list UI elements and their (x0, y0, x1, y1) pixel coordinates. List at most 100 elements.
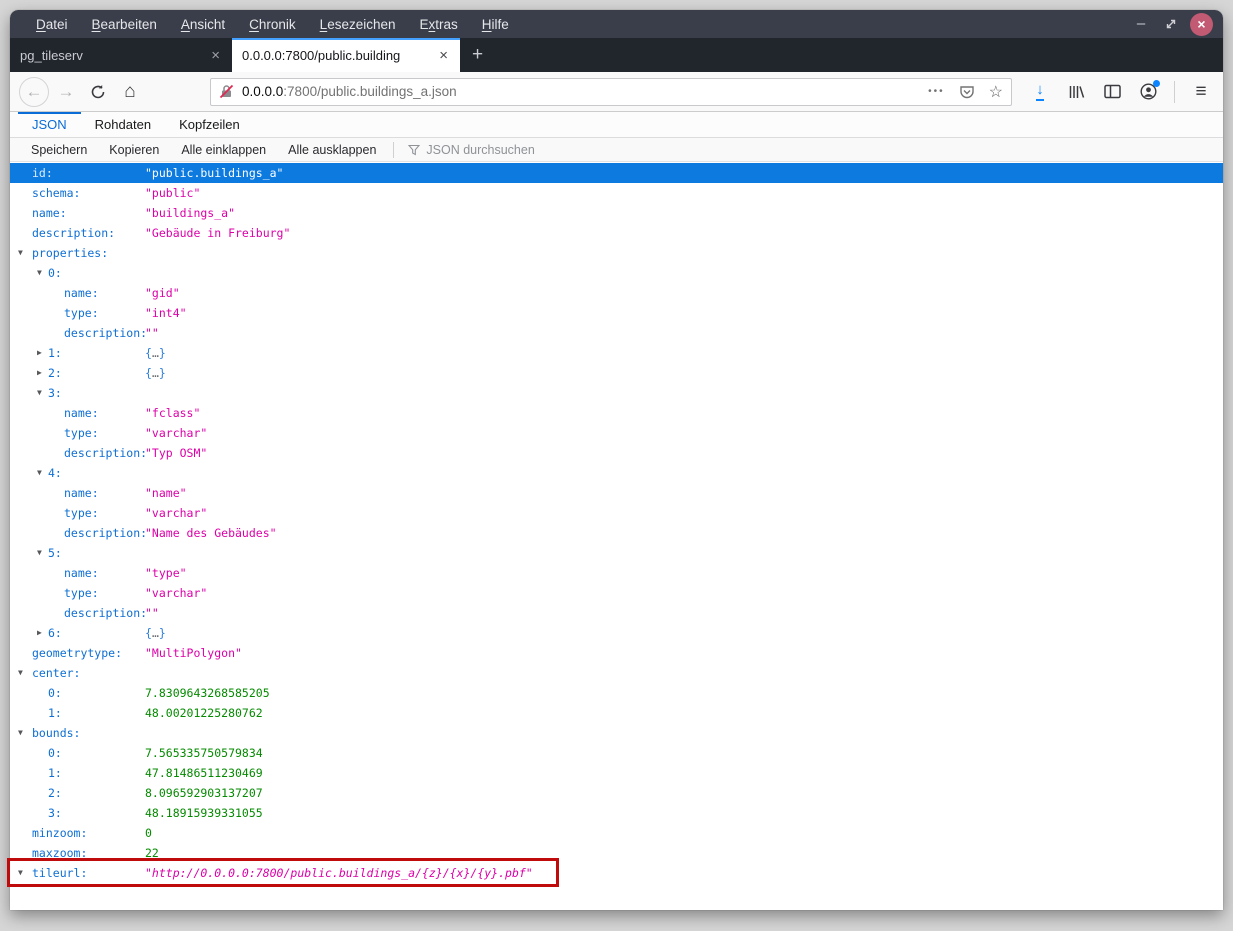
new-tab-button[interactable]: + (460, 38, 495, 72)
json-row[interactable]: 1: 48.00201225280762 (10, 703, 1223, 723)
hamburger-menu-icon[interactable]: ≡ (1187, 78, 1215, 106)
json-row[interactable]: 0: 7.565335750579834 (10, 743, 1223, 763)
json-value: "type" (145, 566, 187, 580)
tab-title: 0.0.0.0:7800/public.building (242, 47, 401, 63)
menu-item-extras[interactable]: Extras (410, 13, 468, 36)
menu-item-hilfe[interactable]: Hilfe (472, 13, 519, 36)
viewer-tab-rohdaten[interactable]: Rohdaten (81, 112, 165, 137)
json-row[interactable]: type: "varchar" (10, 583, 1223, 603)
json-row[interactable]: name: "type" (10, 563, 1223, 583)
json-key: 1: (48, 346, 62, 360)
expander-icon[interactable]: ▶ (37, 343, 42, 363)
json-row[interactable]: 2: 8.096592903137207 (10, 783, 1223, 803)
browser-tab[interactable]: 0.0.0.0:7800/public.building × (232, 38, 460, 72)
forward-button[interactable]: → (51, 77, 81, 107)
maximize-icon[interactable] (1164, 17, 1178, 31)
json-row[interactable]: name: "buildings_a" (10, 203, 1223, 223)
expander-icon[interactable]: ▶ (37, 623, 42, 643)
toolbar-button[interactable]: Kopieren (98, 138, 170, 161)
json-row[interactable]: type: "int4" (10, 303, 1223, 323)
browser-tabbar: pg_tileserv × 0.0.0.0:7800/public.building… (10, 38, 1223, 72)
json-row[interactable]: name: "gid" (10, 283, 1223, 303)
json-row[interactable]: 0: 7.8309643268585205 (10, 683, 1223, 703)
json-value: "Typ OSM" (145, 446, 208, 460)
json-row[interactable]: name: "name" (10, 483, 1223, 503)
url-bar[interactable]: 0.0.0.0:7800/public.buildings_a.json •••… (210, 77, 1012, 106)
json-row[interactable]: description: "" (10, 323, 1223, 343)
expander-icon[interactable]: ▶ (37, 363, 42, 383)
json-row[interactable]: geometrytype: "MultiPolygon" (10, 643, 1223, 663)
json-viewer-toolbar: Speichern Kopieren Alle einklappen Alle aus… (10, 138, 1223, 162)
json-value: 48.18915939331055 (145, 806, 263, 820)
json-key: 0: (48, 266, 62, 280)
json-row[interactable]: id: "public.buildings_a" (10, 163, 1223, 183)
pocket-icon[interactable] (959, 84, 975, 100)
json-row[interactable]: description: "Name des Gebäudes" (10, 523, 1223, 543)
json-key: 3: (48, 386, 62, 400)
json-row[interactable]: ▼ 3: (10, 383, 1223, 403)
json-row[interactable]: description: "Typ OSM" (10, 443, 1223, 463)
menu-item-bearbeiten[interactable]: Bearbeiten (82, 13, 167, 36)
json-row[interactable]: ▼ tileurl: "http://0.0.0.0:7800/public.bui… (10, 863, 1223, 883)
menu-item-lesezeichen[interactable]: Lesezeichen (310, 13, 406, 36)
back-button[interactable]: ← (19, 76, 49, 107)
downloads-icon[interactable]: ↓ (1026, 78, 1054, 106)
json-row[interactable]: type: "varchar" (10, 423, 1223, 443)
browser-tab[interactable]: pg_tileserv × (10, 38, 232, 72)
url-domain: 0.0.0.0 (242, 84, 284, 99)
json-row[interactable]: description: "" (10, 603, 1223, 623)
expander-icon[interactable]: ▼ (18, 863, 23, 883)
json-row[interactable]: maxzoom: 22 (10, 843, 1223, 863)
json-row[interactable]: ▶ 2: {…} (10, 363, 1223, 383)
minimize-icon[interactable]: – (1130, 13, 1152, 35)
window-controls: – × (1130, 12, 1223, 36)
expander-icon[interactable]: ▼ (18, 243, 23, 263)
sidebar-icon[interactable] (1098, 78, 1126, 106)
expander-icon[interactable]: ▼ (18, 663, 23, 683)
library-icon[interactable] (1062, 78, 1090, 106)
json-row[interactable]: schema: "public" (10, 183, 1223, 203)
json-row[interactable]: name: "fclass" (10, 403, 1223, 423)
tab-close-icon[interactable]: × (207, 47, 224, 64)
reload-button[interactable] (83, 77, 113, 107)
json-row[interactable]: ▼ properties: (10, 243, 1223, 263)
json-row[interactable]: ▼ bounds: (10, 723, 1223, 743)
viewer-tab-json[interactable]: JSON (18, 112, 81, 137)
json-search-input[interactable] (426, 142, 607, 157)
json-row[interactable]: minzoom: 0 (10, 823, 1223, 843)
menu-item-ansicht[interactable]: Ansicht (171, 13, 235, 36)
insecure-lock-icon[interactable] (219, 84, 234, 99)
json-row[interactable]: 3: 48.18915939331055 (10, 803, 1223, 823)
expander-icon[interactable]: ▼ (37, 383, 42, 403)
json-value: "public.buildings_a" (145, 166, 284, 180)
expander-icon[interactable]: ▼ (37, 543, 42, 563)
account-icon[interactable] (1134, 78, 1162, 106)
json-row[interactable]: description: "Gebäude in Freiburg" (10, 223, 1223, 243)
json-key: 2: (48, 786, 62, 800)
json-row[interactable]: 1: 47.81486511230469 (10, 763, 1223, 783)
json-row[interactable]: ▼ center: (10, 663, 1223, 683)
json-row[interactable]: ▶ 6: {…} (10, 623, 1223, 643)
viewer-tab-kopfzeilen[interactable]: Kopfzeilen (165, 112, 254, 137)
expander-icon[interactable]: ▼ (37, 463, 42, 483)
menu-item-datei[interactable]: Datei (26, 13, 78, 36)
json-key: description: (64, 526, 148, 540)
json-row[interactable]: ▼ 4: (10, 463, 1223, 483)
menu-item-chronik[interactable]: Chronik (239, 13, 306, 36)
home-button[interactable]: ⌂ (115, 77, 145, 107)
expander-icon[interactable]: ▼ (37, 263, 42, 283)
toolbar-button[interactable]: Alle einklappen (170, 138, 277, 161)
page-actions-icon[interactable]: ••• (928, 86, 945, 97)
close-icon[interactable]: × (1190, 12, 1213, 36)
json-row[interactable]: ▼ 0: (10, 263, 1223, 283)
json-row[interactable]: ▶ 1: {…} (10, 343, 1223, 363)
json-row[interactable]: type: "varchar" (10, 503, 1223, 523)
url-text[interactable]: 0.0.0.0:7800/public.buildings_a.json (242, 84, 928, 99)
json-key: 5: (48, 546, 62, 560)
json-row[interactable]: ▼ 5: (10, 543, 1223, 563)
expander-icon[interactable]: ▼ (18, 723, 23, 743)
toolbar-button[interactable]: Speichern (20, 138, 98, 161)
bookmark-star-icon[interactable]: ☆ (989, 82, 1003, 102)
toolbar-button[interactable]: Alle ausklappen (277, 138, 387, 161)
tab-close-icon[interactable]: × (435, 47, 452, 64)
